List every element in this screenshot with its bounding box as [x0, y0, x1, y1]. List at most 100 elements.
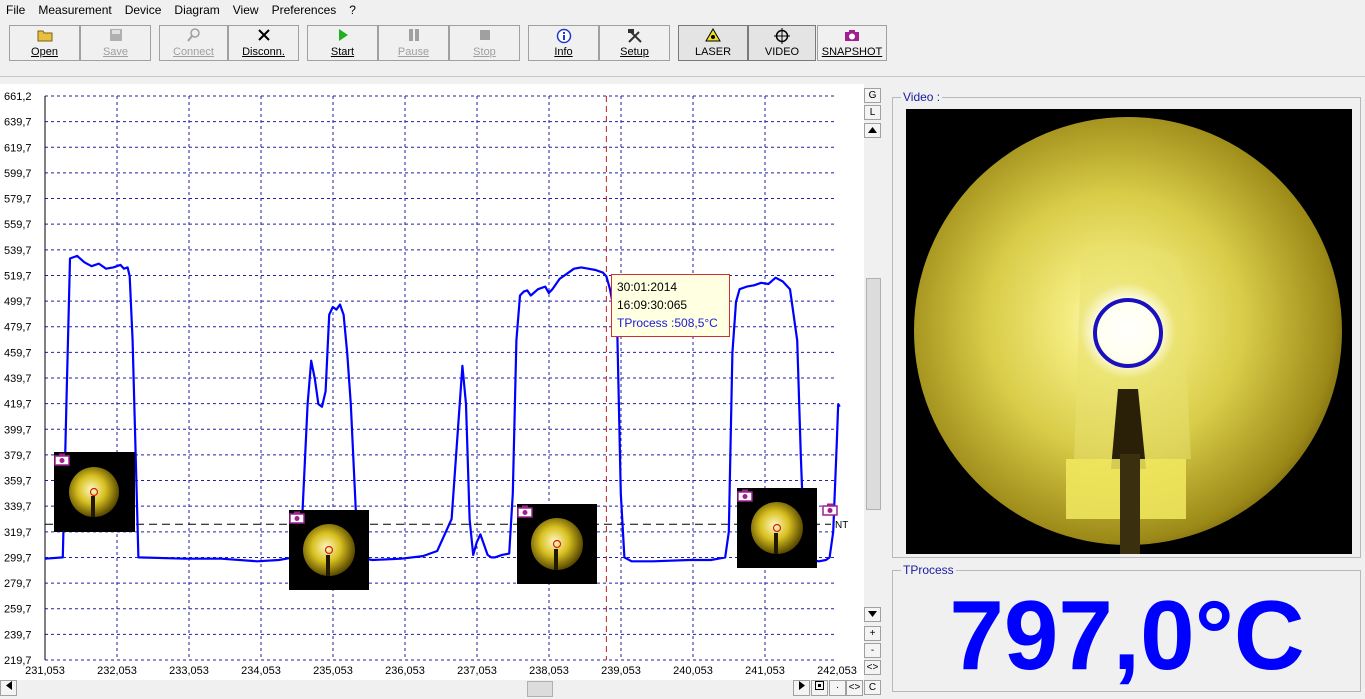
connect-button[interactable]: Connect	[159, 25, 228, 61]
temperature-chart[interactable]: 661,2 639,7 619,7 599,7 579,7 559,7 539,7 519,7…	[0, 84, 864, 680]
arrow-down-icon	[868, 611, 877, 617]
y-tick-label: 399,7	[4, 424, 32, 436]
disconnect-button[interactable]: Disconn.	[228, 25, 299, 61]
menu-view[interactable]: View	[227, 0, 266, 18]
threshold-label: NT	[835, 520, 848, 531]
scroll-thumb[interactable]	[866, 278, 881, 510]
stop-button[interactable]: Stop	[449, 25, 520, 61]
hscroll-dot-button[interactable]: ·	[829, 680, 846, 696]
x-tick-label: 236,053	[385, 665, 425, 677]
chart-vertical-scrollbar[interactable]: G L + - <>	[864, 88, 882, 680]
x-tick-label: 232,053	[97, 665, 137, 677]
y-tick-label: 319,7	[4, 527, 32, 539]
fit-icon	[815, 681, 824, 690]
y-tick-label: 279,7	[4, 578, 32, 590]
y-tick-label: 519,7	[4, 270, 32, 282]
x-icon	[229, 28, 298, 46]
camera-marker-icon[interactable]	[737, 488, 753, 502]
menu-diagram[interactable]: Diagram	[168, 0, 226, 18]
scroll-right-button[interactable]	[793, 680, 810, 696]
open-button[interactable]: Open	[9, 25, 80, 61]
toolbar: Open Save Connect Disconn. Start Pause S…	[0, 20, 1365, 77]
y-tick-label: 259,7	[4, 604, 32, 616]
info-icon	[529, 28, 598, 46]
g-button[interactable]: G	[864, 88, 881, 103]
save-button[interactable]: Save	[80, 25, 151, 61]
zoom-in-button[interactable]: +	[864, 626, 881, 641]
zoom-out-button[interactable]: -	[864, 643, 881, 658]
x-tick-label: 240,053	[673, 665, 713, 677]
video-toggle[interactable]: VIDEO	[748, 25, 816, 61]
menu-help[interactable]: ?	[343, 0, 363, 18]
menu-preferences[interactable]: Preferences	[266, 0, 344, 18]
x-tick-label: 239,053	[601, 665, 641, 677]
hzoom-button[interactable]: <>	[846, 680, 863, 696]
x-tick-label: 231,053	[25, 665, 65, 677]
menu-file[interactable]: File	[0, 0, 32, 18]
x-tick-label: 242,053	[817, 665, 857, 677]
y-tick-label: 599,7	[4, 168, 32, 180]
stop-icon	[450, 28, 519, 46]
connect-label: Connect	[173, 46, 214, 58]
hscroll-thumb[interactable]	[527, 681, 553, 697]
tooltip-date: 30:01:2014	[617, 280, 678, 294]
laser-label: LASER	[694, 46, 732, 58]
camera-icon	[818, 28, 886, 46]
y-tick-label: 239,7	[4, 629, 32, 641]
setup-button[interactable]: Setup	[599, 25, 670, 61]
tools-icon	[600, 28, 669, 46]
camera-marker-icon[interactable]	[289, 510, 305, 524]
x-tick-label: 235,053	[313, 665, 353, 677]
y-tick-label: 559,7	[4, 219, 32, 231]
start-button[interactable]: Start	[307, 25, 378, 61]
y-tick-label: 459,7	[4, 347, 32, 359]
info-button[interactable]: Info	[528, 25, 599, 61]
furnace-camera-image	[906, 109, 1352, 554]
save-label: Save	[102, 46, 129, 58]
y-tick-label: 479,7	[4, 322, 32, 334]
stop-label: Stop	[473, 46, 496, 58]
menu-device[interactable]: Device	[119, 0, 169, 18]
camera-marker-icon[interactable]	[822, 502, 838, 516]
y-tick-label: 379,7	[4, 450, 32, 462]
play-icon	[308, 28, 377, 46]
camera-marker-icon[interactable]	[517, 504, 533, 518]
info-label: Info	[554, 46, 573, 58]
laser-toggle[interactable]: LASER	[678, 25, 748, 61]
y-tick-label: 359,7	[4, 476, 32, 488]
zoom-fit-button[interactable]: <>	[864, 660, 881, 675]
y-tick-label: 619,7	[4, 142, 32, 154]
x-tick-label: 234,053	[241, 665, 281, 677]
camera-marker-icon[interactable]	[54, 452, 70, 466]
y-tick-label: 499,7	[4, 296, 32, 308]
tprocess-panel-title: TProcess	[901, 563, 956, 577]
x-tick-label: 241,053	[745, 665, 785, 677]
c-button[interactable]: C	[864, 680, 881, 695]
x-tick-label: 233,053	[169, 665, 209, 677]
l-button[interactable]: L	[864, 105, 881, 120]
folder-icon	[10, 28, 79, 46]
menu-measurement[interactable]: Measurement	[32, 0, 118, 18]
scroll-left-button[interactable]	[0, 680, 17, 696]
y-tick-label: 419,7	[4, 399, 32, 411]
pause-label: Pause	[397, 46, 430, 58]
tooltip-time: 16:09:30:065	[617, 298, 688, 312]
y-tick-label: 661,2	[4, 91, 32, 103]
open-label: Open	[31, 46, 58, 58]
disconnect-label: Disconn.	[242, 46, 285, 58]
scroll-up-button[interactable]	[864, 123, 881, 138]
video-feed[interactable]	[906, 109, 1352, 554]
pause-button[interactable]: Pause	[378, 25, 449, 61]
setup-label: Setup	[620, 46, 649, 58]
chart-plot-area[interactable]: 661,2 639,7 619,7 599,7 579,7 559,7 539,7 519,7…	[0, 84, 864, 680]
snapshot-button[interactable]: SNAPSHOT	[817, 25, 887, 61]
snapshot-label: SNAPSHOT	[821, 46, 883, 58]
chart-horizontal-scrollbar[interactable]: · <>	[0, 680, 864, 697]
arrow-right-icon	[798, 681, 805, 690]
x-tick-label: 237,053	[457, 665, 497, 677]
fit-range-button[interactable]	[811, 680, 828, 696]
arrow-left-icon	[5, 681, 12, 690]
scroll-down-button[interactable]	[864, 607, 881, 622]
start-label: Start	[330, 46, 355, 58]
arrow-up-icon	[868, 127, 877, 133]
